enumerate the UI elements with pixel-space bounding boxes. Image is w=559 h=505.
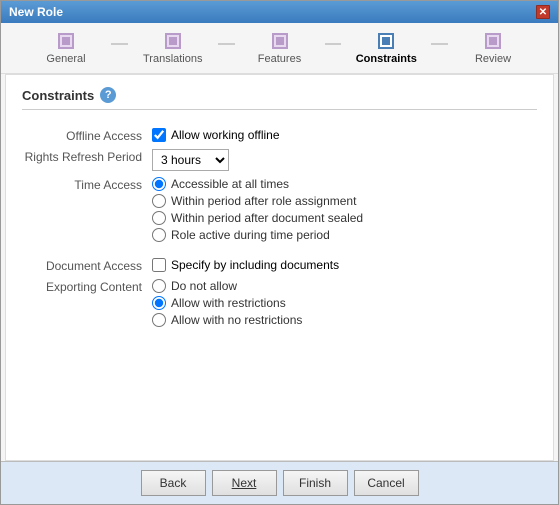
time-access-option-3: Role active during time period xyxy=(152,228,537,242)
time-access-label-0: Accessible at all times xyxy=(171,177,289,191)
connector-4 xyxy=(431,43,448,45)
title-bar: New Role ✕ xyxy=(1,1,558,23)
connector-1 xyxy=(111,43,128,45)
step-label-features: Features xyxy=(258,53,301,65)
exporting-label-2: Allow with no restrictions xyxy=(171,313,302,327)
step-icon-constraints xyxy=(378,33,394,49)
time-access-radio-0[interactable] xyxy=(152,177,166,191)
row-exporting-content: Exporting Content Do not allow Allow wit… xyxy=(22,277,537,327)
time-access-label-1: Within period after role assignment xyxy=(171,194,356,208)
offline-access-row: Allow working offline xyxy=(152,128,537,142)
row-time-access: Time Access Accessible at all times With… xyxy=(22,175,537,242)
connector-3 xyxy=(325,43,342,45)
document-access-label: Specify by including documents xyxy=(171,258,339,272)
section-title: Constraints xyxy=(22,88,94,103)
offline-access-checkbox[interactable] xyxy=(152,128,166,142)
step-general[interactable]: General xyxy=(21,33,111,65)
exporting-option-1: Allow with restrictions xyxy=(152,296,537,310)
form-table: Offline Access Allow working offline Rig… xyxy=(22,122,537,331)
control-exporting-content: Do not allow Allow with restrictions All… xyxy=(152,277,537,327)
exporting-label-1: Allow with restrictions xyxy=(171,296,286,310)
exporting-content-group: Do not allow Allow with restrictions All… xyxy=(152,279,537,327)
time-access-label-3: Role active during time period xyxy=(171,228,330,242)
label-exporting-content: Exporting Content xyxy=(22,277,152,327)
document-access-row: Specify by including documents xyxy=(152,258,537,272)
step-inner-features xyxy=(276,37,284,45)
step-icon-review xyxy=(485,33,501,49)
wizard-steps: General Translations Features Constraint… xyxy=(1,23,558,74)
help-icon[interactable]: ? xyxy=(100,87,116,103)
spacer-row-1 xyxy=(22,246,537,252)
step-icon-general xyxy=(58,33,74,49)
label-offline-access: Offline Access xyxy=(22,126,152,143)
step-label-constraints: Constraints xyxy=(356,53,417,65)
time-access-radio-3[interactable] xyxy=(152,228,166,242)
exporting-radio-2[interactable] xyxy=(152,313,166,327)
time-access-radio-2[interactable] xyxy=(152,211,166,225)
time-access-option-2: Within period after document sealed xyxy=(152,211,537,225)
time-access-option-0: Accessible at all times xyxy=(152,177,537,191)
time-access-group: Accessible at all times Within period af… xyxy=(152,177,537,242)
new-role-window: New Role ✕ General Translations Features xyxy=(0,0,559,505)
exporting-radio-1[interactable] xyxy=(152,296,166,310)
step-label-general: General xyxy=(46,53,85,65)
label-rights-refresh: Rights Refresh Period xyxy=(22,147,152,171)
step-review[interactable]: Review xyxy=(448,33,538,65)
exporting-label-0: Do not allow xyxy=(171,279,237,293)
close-button[interactable]: ✕ xyxy=(536,5,550,19)
step-inner-translations xyxy=(169,37,177,45)
connector-2 xyxy=(218,43,235,45)
step-icon-translations xyxy=(165,33,181,49)
footer: Back Next Finish Cancel xyxy=(1,461,558,504)
back-button[interactable]: Back xyxy=(141,470,206,496)
exporting-option-0: Do not allow xyxy=(152,279,537,293)
offline-access-label: Allow working offline xyxy=(171,128,280,142)
finish-button[interactable]: Finish xyxy=(283,470,348,496)
row-rights-refresh: Rights Refresh Period 1 hour 2 hours 3 h… xyxy=(22,147,537,171)
step-constraints[interactable]: Constraints xyxy=(341,33,431,65)
step-translations[interactable]: Translations xyxy=(128,33,218,65)
step-features[interactable]: Features xyxy=(235,33,325,65)
rights-refresh-select[interactable]: 1 hour 2 hours 3 hours 6 hours 12 hours … xyxy=(152,149,229,171)
time-access-option-1: Within period after role assignment xyxy=(152,194,537,208)
main-content: Constraints ? Offline Access Allow worki… xyxy=(5,74,554,461)
cancel-button[interactable]: Cancel xyxy=(354,470,419,496)
control-time-access: Accessible at all times Within period af… xyxy=(152,175,537,242)
step-inner-general xyxy=(62,37,70,45)
next-button[interactable]: Next xyxy=(212,470,277,496)
row-offline-access: Offline Access Allow working offline xyxy=(22,126,537,143)
window-title: New Role xyxy=(9,5,63,19)
rights-refresh-row: 1 hour 2 hours 3 hours 6 hours 12 hours … xyxy=(152,149,537,171)
control-document-access: Specify by including documents xyxy=(152,256,537,273)
label-time-access: Time Access xyxy=(22,175,152,242)
document-access-checkbox[interactable] xyxy=(152,258,166,272)
exporting-radio-0[interactable] xyxy=(152,279,166,293)
step-inner-review xyxy=(489,37,497,45)
section-header: Constraints ? xyxy=(22,87,537,110)
time-access-radio-1[interactable] xyxy=(152,194,166,208)
step-label-review: Review xyxy=(475,53,511,65)
exporting-option-2: Allow with no restrictions xyxy=(152,313,537,327)
label-document-access: Document Access xyxy=(22,256,152,273)
time-access-label-2: Within period after document sealed xyxy=(171,211,363,225)
step-inner-constraints xyxy=(382,37,390,45)
step-label-translations: Translations xyxy=(143,53,203,65)
control-rights-refresh: 1 hour 2 hours 3 hours 6 hours 12 hours … xyxy=(152,147,537,171)
row-document-access: Document Access Specify by including doc… xyxy=(22,256,537,273)
step-icon-features xyxy=(272,33,288,49)
control-offline-access: Allow working offline xyxy=(152,126,537,143)
